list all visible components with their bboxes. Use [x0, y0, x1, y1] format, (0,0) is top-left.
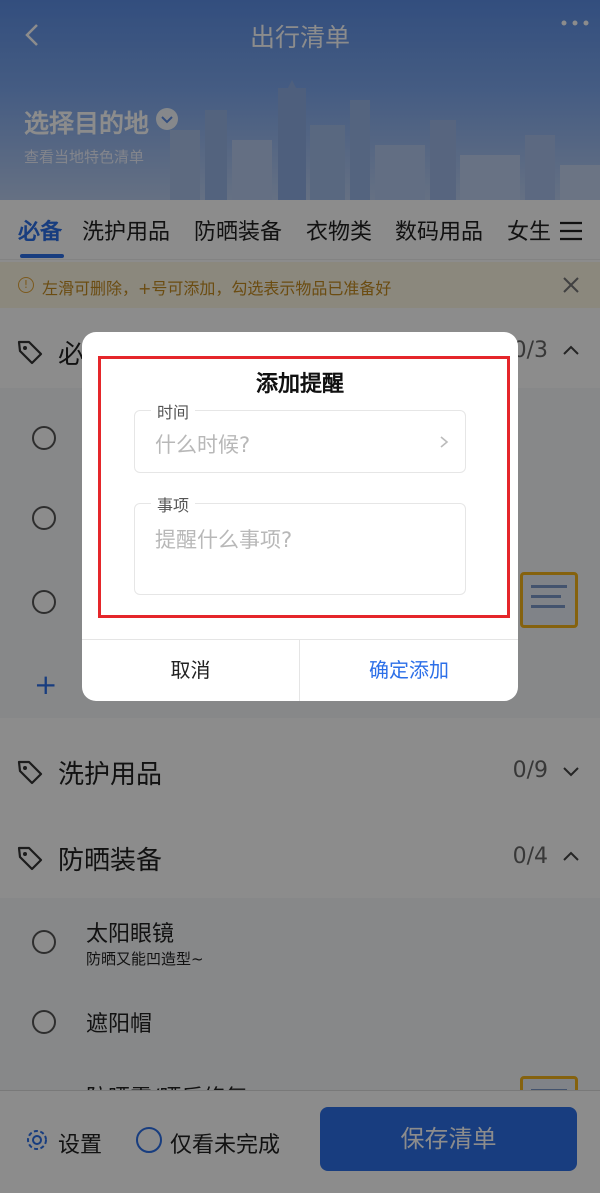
- cancel-button[interactable]: 取消: [82, 640, 299, 701]
- add-reminder-dialog: 添加提醒 时间 什么时候? 事项 提醒什么事项? 取消 确定添加: [82, 332, 518, 701]
- highlight-box: [98, 356, 510, 618]
- confirm-add-button[interactable]: 确定添加: [300, 640, 518, 701]
